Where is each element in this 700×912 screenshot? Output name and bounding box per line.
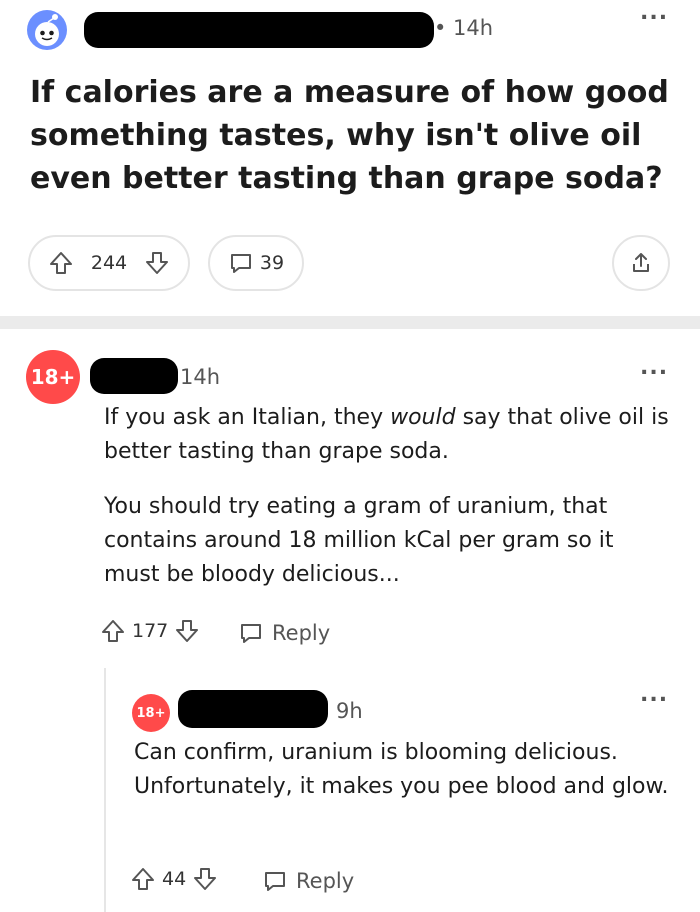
comment-icon <box>230 254 251 273</box>
downvote-icon <box>176 620 199 642</box>
comment-body-paragraph: You should try eating a gram of uranium,… <box>104 494 614 587</box>
comment-author-redacted[interactable] <box>90 358 178 394</box>
post-more-button[interactable]: ... <box>640 0 668 25</box>
author-avatar[interactable] <box>26 9 68 51</box>
comment-vote-count: 44 <box>162 868 187 890</box>
comment-icon <box>265 872 285 891</box>
post-comment-count: 39 <box>259 252 285 274</box>
comment-vote-bar: 44 <box>130 866 218 892</box>
post-comments-button[interactable]: 39 <box>208 235 304 291</box>
upvote-icon <box>102 620 124 642</box>
post-share-button[interactable] <box>612 235 670 291</box>
thread-line[interactable] <box>104 668 106 912</box>
comment-body-paragraph: If you ask an Italian, they would say th… <box>104 401 674 469</box>
comment-text: If you ask an Italian, they <box>104 405 391 430</box>
reply-button[interactable]: Reply <box>238 620 330 646</box>
reply-label: Reply <box>296 869 355 893</box>
post-timestamp: • 14h <box>434 16 494 40</box>
reply-label: Reply <box>272 621 331 645</box>
comment-text-emphasis: would <box>390 405 456 430</box>
upvote-button[interactable] <box>48 250 74 276</box>
downvote-icon <box>194 868 217 890</box>
upvote-icon <box>132 868 154 890</box>
share-icon <box>633 253 649 272</box>
upvote-icon <box>50 252 72 274</box>
snoo-avatar-icon <box>27 10 67 50</box>
downvote-button[interactable] <box>174 618 200 644</box>
downvote-button[interactable] <box>192 866 218 892</box>
comment-author-redacted[interactable] <box>178 690 328 728</box>
comment-icon <box>241 624 261 643</box>
downvote-icon <box>145 252 168 274</box>
post-vote-count: 244 <box>90 252 128 274</box>
comment-more-button[interactable]: ... <box>640 682 668 707</box>
comment-timestamp: 9h <box>336 699 363 723</box>
comment-vote-count: 177 <box>132 620 169 642</box>
upvote-button[interactable] <box>130 866 156 892</box>
post-vote-bar: 244 <box>28 235 190 291</box>
upvote-button[interactable] <box>100 618 126 644</box>
comment-avatar-18plus[interactable]: 18+ <box>132 694 170 732</box>
reply-button[interactable]: Reply <box>262 868 354 894</box>
comment-timestamp: 14h <box>180 365 221 389</box>
comment-vote-bar: 177 <box>100 618 200 644</box>
author-name-redacted[interactable] <box>84 12 434 48</box>
comment-avatar-18plus[interactable]: 18+ <box>26 350 80 404</box>
downvote-button[interactable] <box>144 250 170 276</box>
post-title[interactable]: If calories are a measure of how good so… <box>30 71 670 200</box>
comment-more-button[interactable]: ... <box>640 355 668 380</box>
comment-body-paragraph: Can confirm, uranium is blooming delicio… <box>134 740 669 799</box>
section-divider <box>0 316 700 329</box>
